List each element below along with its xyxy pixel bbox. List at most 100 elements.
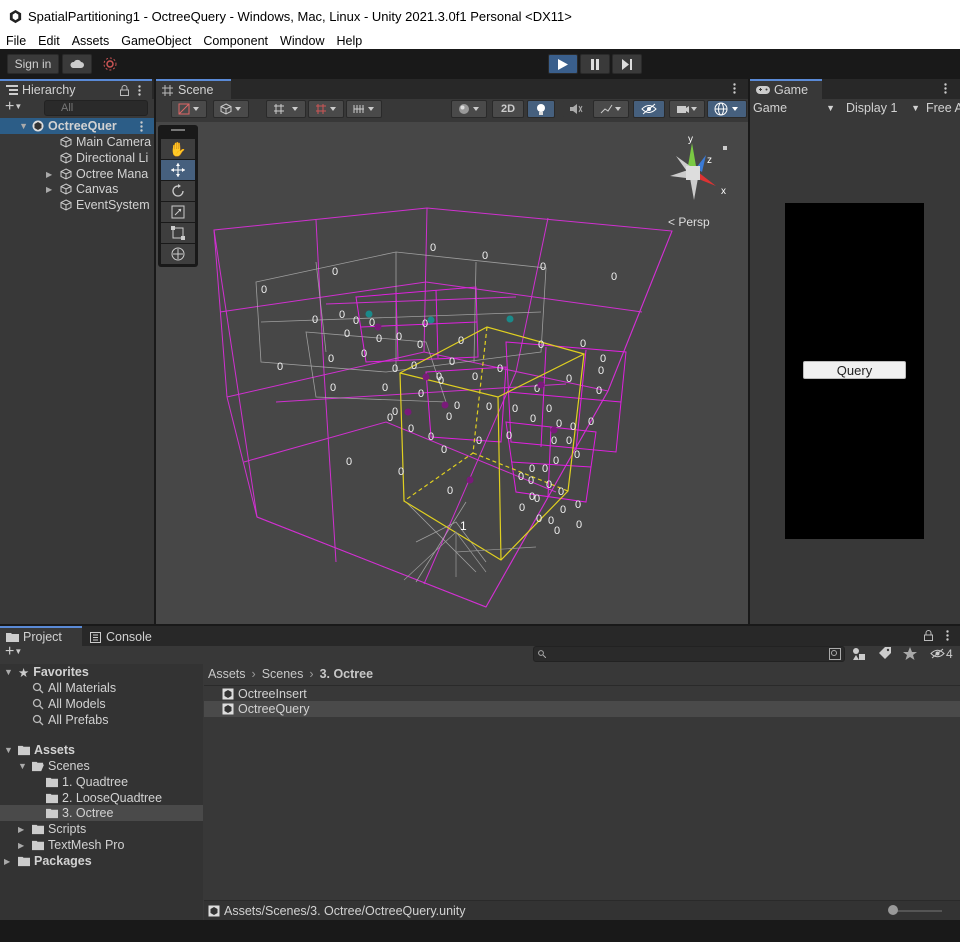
lock-icon[interactable] (924, 630, 933, 641)
rotate-tool-button[interactable] (161, 181, 195, 201)
project-tabbar: Project Console (0, 626, 960, 646)
hierarchy-item-main-camera[interactable]: Main Camera (60, 134, 154, 150)
favorite-label: All Materials (48, 681, 117, 695)
hidden-packages-icon[interactable] (930, 648, 945, 659)
folder-scripts[interactable]: ▶ Scripts (18, 821, 203, 837)
item-label: Octree Mana (76, 167, 149, 181)
folder-loosequadtree[interactable]: 2. LooseQuadtree (46, 790, 203, 806)
star-favorite-icon[interactable] (903, 647, 917, 660)
project-kebab-icon[interactable] (946, 630, 949, 641)
favorite-all-prefabs[interactable]: All Prefabs (32, 712, 203, 728)
hierarchy-item-canvas[interactable]: ▶ Canvas (46, 181, 154, 197)
breadcrumb-assets[interactable]: Assets (208, 667, 246, 681)
lighting-toggle-button[interactable] (527, 100, 555, 118)
audio-toggle-button[interactable] (562, 100, 590, 118)
scene-kebab-icon[interactable] (140, 121, 143, 132)
aspect-dropdown[interactable]: Free A (926, 100, 960, 116)
filter-type-icon[interactable] (852, 647, 866, 661)
sign-in-button[interactable]: Sign in (7, 54, 59, 74)
folder-octree[interactable]: 3. Octree (0, 805, 203, 821)
folder-textmesh-pro[interactable]: ▶ TextMesh Pro (18, 837, 203, 853)
game-view-dropdown[interactable]: Game ▼ (753, 100, 835, 116)
assets-row[interactable]: ▼ Assets (4, 742, 203, 758)
file-octreequery[interactable]: OctreeQuery (204, 701, 960, 717)
expand-arrow-icon[interactable]: ▼ (18, 761, 32, 771)
camera-dropdown[interactable] (669, 100, 705, 118)
menu-file[interactable]: File (0, 34, 32, 48)
transform-tool-button[interactable] (161, 244, 195, 264)
project-create-button[interactable]: +▼ (5, 644, 35, 661)
move-tool-button[interactable] (161, 160, 195, 180)
menu-component[interactable]: Component (197, 34, 274, 48)
pause-button[interactable] (580, 54, 610, 74)
lock-icon[interactable] (120, 85, 129, 96)
2d-toggle-button[interactable]: 2D (492, 100, 524, 118)
expand-arrow-icon[interactable]: ▶ (46, 170, 60, 179)
hierarchy-item-eventsystem[interactable]: EventSystem (60, 197, 154, 213)
display-dropdown[interactable]: Display 1 ▼ (846, 100, 920, 116)
hierarchy-item-directional-light[interactable]: Directional Li (60, 150, 154, 166)
label-tag-icon[interactable] (878, 647, 891, 660)
favorites-row[interactable]: ▼ ★ Favorites (4, 664, 203, 680)
folder-scenes[interactable]: ▼ Scenes (18, 758, 203, 774)
search-options-icon[interactable] (829, 648, 841, 660)
favorite-all-materials[interactable]: All Materials (32, 680, 203, 696)
query-button[interactable]: Query (803, 361, 906, 379)
rect-tool-button[interactable] (161, 223, 195, 243)
cloud-button[interactable] (62, 54, 92, 74)
grid-snap-dropdown[interactable] (308, 100, 344, 118)
menu-assets[interactable]: Assets (66, 34, 116, 48)
expand-arrow-icon[interactable]: ▶ (18, 825, 32, 834)
hierarchy-scene-row[interactable]: ▼ OctreeQuer (0, 118, 154, 134)
file-octreeinsert[interactable]: OctreeInsert (204, 685, 960, 702)
kebab-menu-icon[interactable] (138, 85, 141, 96)
draw-mode-dropdown[interactable] (171, 100, 207, 118)
expand-arrow-icon[interactable]: ▼ (0, 121, 32, 131)
scene-visibility-toggle[interactable] (633, 100, 665, 118)
orientation-gizmo[interactable]: y z x (656, 128, 736, 208)
snap-dropdown[interactable] (266, 100, 306, 118)
projection-label[interactable]: < Persp (668, 215, 710, 229)
expand-arrow-icon[interactable]: ▶ (46, 185, 60, 194)
folder-quadtree[interactable]: 1. Quadtree (46, 774, 203, 790)
expand-arrow-icon[interactable]: ▼ (4, 667, 18, 677)
hierarchy-search-input[interactable]: All (44, 100, 148, 116)
increment-snap-dropdown[interactable] (346, 100, 382, 118)
hand-tool-button[interactable]: ✋ (161, 139, 195, 159)
effects-dropdown[interactable] (593, 100, 629, 118)
gizmo-x-label: x (721, 186, 726, 197)
shading-dropdown[interactable] (451, 100, 487, 118)
menu-edit[interactable]: Edit (32, 34, 66, 48)
expand-arrow-icon[interactable]: ▶ (4, 857, 18, 866)
hierarchy-item-octree-manager[interactable]: ▶ Octree Mana (46, 166, 154, 182)
step-button[interactable] (612, 54, 642, 74)
tab-console[interactable]: Console (84, 626, 164, 646)
breadcrumb-scenes[interactable]: Scenes (262, 667, 304, 681)
breadcrumb-octree[interactable]: 3. Octree (320, 667, 374, 681)
item-label: Directional Li (76, 151, 149, 165)
scene-kebab-icon[interactable] (733, 83, 736, 94)
packages-row[interactable]: ▶ Packages (4, 853, 203, 869)
expand-arrow-icon[interactable]: ▶ (18, 841, 32, 850)
icon-size-slider-track[interactable] (894, 910, 942, 912)
game-kebab-icon[interactable] (944, 83, 947, 94)
menu-gameobject[interactable]: GameObject (115, 34, 197, 48)
render-mode-dropdown[interactable] (213, 100, 249, 118)
favorite-all-models[interactable]: All Models (32, 696, 203, 712)
icon-size-slider-thumb[interactable] (888, 905, 898, 915)
drag-handle[interactable] (171, 129, 185, 131)
play-button[interactable] (548, 54, 578, 74)
menu-window[interactable]: Window (274, 34, 330, 48)
collab-button[interactable] (98, 55, 122, 73)
tab-game[interactable]: Game (750, 79, 822, 99)
create-button[interactable]: +▼ (5, 99, 35, 116)
gizmos-dropdown[interactable] (707, 100, 747, 118)
tab-scene[interactable]: Scene (156, 79, 231, 99)
tab-hierarchy[interactable]: Hierarchy (0, 79, 152, 99)
expand-arrow-icon[interactable]: ▼ (4, 745, 18, 755)
selected-asset-path: Assets/Scenes/3. Octree/OctreeQuery.unit… (208, 903, 808, 919)
project-search-input[interactable] (533, 646, 845, 662)
scale-tool-button[interactable] (161, 202, 195, 222)
menu-help[interactable]: Help (330, 34, 368, 48)
scene-viewport[interactable]: 0000000000000000000000000000000000000000… (156, 122, 748, 624)
